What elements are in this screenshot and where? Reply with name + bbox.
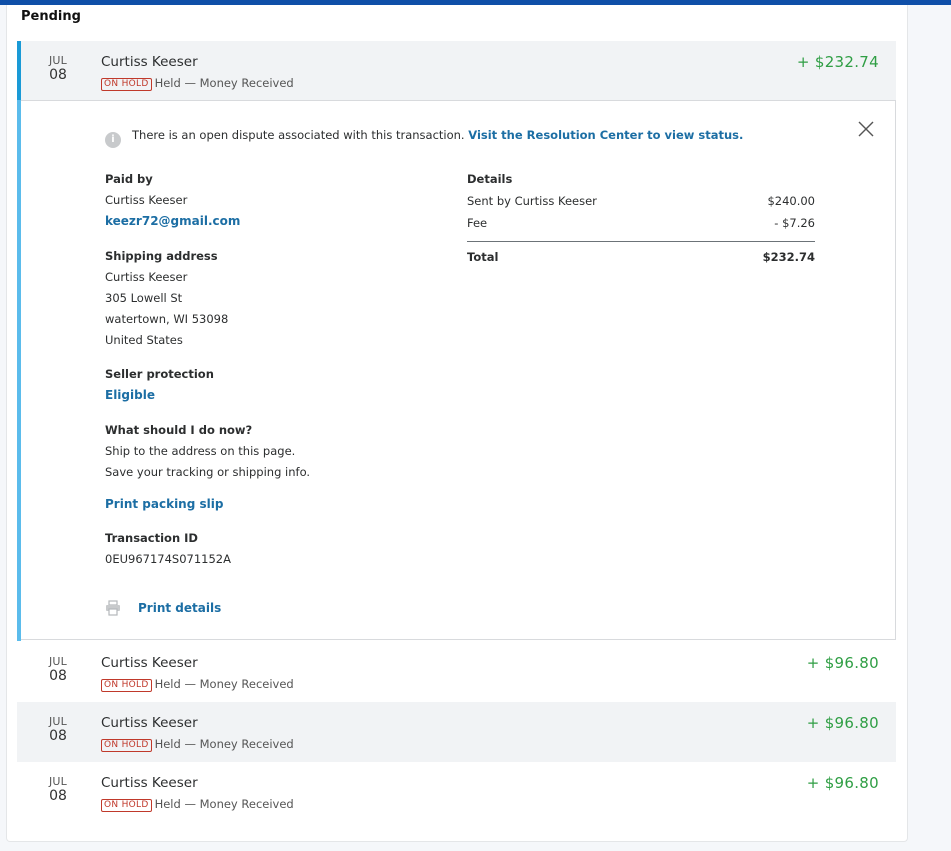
paid-by-label: Paid by: [105, 172, 153, 186]
details-row: Sent by Curtiss Keeser $240.00: [467, 194, 815, 208]
transaction-row[interactable]: JUL 08 Curtiss Keeser ON HOLD Held — Mone…: [17, 642, 896, 702]
details-total-row: Total $232.74: [467, 250, 815, 264]
on-hold-badge: ON HOLD: [101, 799, 152, 812]
counterparty-name: Curtiss Keeser: [101, 655, 198, 671]
row-accent: [17, 41, 21, 101]
transaction-date: JUL 08: [48, 775, 68, 804]
print-details-link[interactable]: Print details: [138, 601, 221, 615]
print-packing-slip-link[interactable]: Print packing slip: [105, 497, 223, 511]
what-to-do-label: What should I do now?: [105, 423, 253, 437]
seller-protection-label: Seller protection: [105, 367, 214, 381]
detail-accent: [17, 100, 21, 641]
section-title: Pending: [21, 9, 81, 24]
shipping-line: United States: [105, 333, 183, 347]
resolution-center-link[interactable]: Visit the Resolution Center to view stat…: [468, 128, 739, 142]
transaction-amount: + $96.80: [806, 654, 879, 672]
printer-icon[interactable]: [105, 600, 121, 616]
transaction-id-label: Transaction ID: [105, 531, 198, 545]
details-label: Details: [467, 172, 513, 186]
close-icon[interactable]: [857, 120, 875, 138]
transaction-date: JUL 08: [48, 655, 68, 684]
transaction-status: ON HOLD Held — Money Received: [101, 677, 294, 692]
transaction-detail-panel: i There is an open dispute associated wit…: [17, 100, 896, 641]
transaction-date: JUL 08: [48, 715, 68, 744]
shipping-line: watertown, WI 53098: [105, 312, 229, 326]
transaction-amount: + $96.80: [806, 774, 879, 792]
what-to-do-line: Ship to the address on this page.: [105, 444, 296, 458]
transaction-row-expanded[interactable]: JUL 08 Curtiss Keeser ON HOLD Held — Mone…: [17, 41, 896, 101]
transaction-status: ON HOLD Held — Money Received: [101, 737, 294, 752]
shipping-line: Curtiss Keeser: [105, 270, 188, 284]
activity-card: Pending JUL 08 Curtiss Keeser ON HOLD Hel…: [6, 5, 908, 842]
transaction-amount: + $96.80: [806, 714, 879, 732]
on-hold-badge: ON HOLD: [101, 679, 152, 692]
shipping-line: 305 Lowell St: [105, 291, 183, 305]
counterparty-name: Curtiss Keeser: [101, 715, 198, 731]
what-to-do-line: Save your tracking or shipping info.: [105, 465, 311, 479]
transaction-status: ON HOLD Held — Money Received: [101, 797, 294, 812]
transaction-id: 0EU967174S071152A: [105, 552, 231, 566]
transaction-amount: + $232.74: [796, 53, 879, 71]
transaction-row[interactable]: JUL 08 Curtiss Keeser ON HOLD Held — Mone…: [17, 762, 896, 822]
counterparty-name: Curtiss Keeser: [101, 775, 198, 791]
transaction-row[interactable]: JUL 08 Curtiss Keeser ON HOLD Held — Mone…: [17, 702, 896, 762]
payer-email-link[interactable]: keezr72@gmail.com: [105, 214, 240, 228]
paid-by-name: Curtiss Keeser: [105, 193, 188, 207]
transaction-status: ON HOLD Held — Money Received: [101, 76, 294, 91]
shipping-address-label: Shipping address: [105, 249, 218, 263]
on-hold-badge: ON HOLD: [101, 78, 152, 91]
dispute-notice: i There is an open dispute associated wit…: [105, 128, 743, 148]
transaction-date: JUL 08: [48, 54, 68, 83]
info-icon: i: [105, 132, 121, 148]
details-divider: [467, 241, 815, 242]
details-row: Fee - $7.26: [467, 216, 815, 230]
seller-protection-eligible-link[interactable]: Eligible: [105, 388, 155, 402]
counterparty-name: Curtiss Keeser: [101, 54, 198, 70]
on-hold-badge: ON HOLD: [101, 739, 152, 752]
